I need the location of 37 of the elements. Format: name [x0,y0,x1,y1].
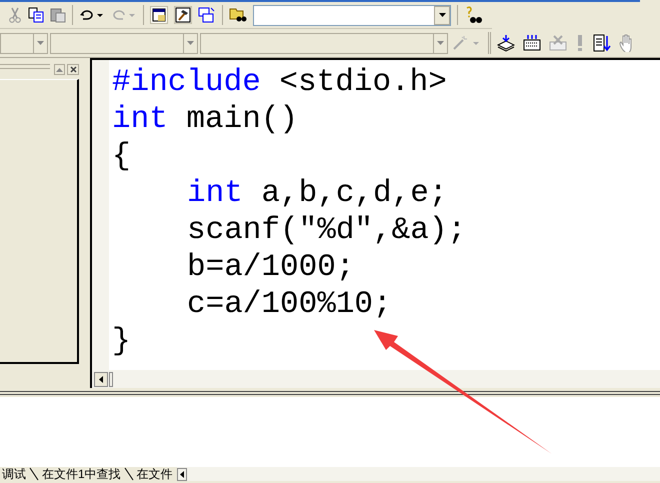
go-icon[interactable] [593,34,611,52]
dropdown-arrow-icon [37,41,44,45]
horizontal-scrollbar[interactable] [92,370,660,388]
code-line: int a,b,c,d,e; [187,175,448,212]
code-line: scanf("%d",&a); [187,212,468,249]
dropdown-arrow-icon [437,41,444,45]
workspace-icon[interactable] [150,6,168,24]
find-combo-box[interactable] [253,4,451,26]
left-arrow-icon [180,470,184,478]
up-arrow-icon [56,68,63,72]
dropdown-arrow-icon [187,41,194,45]
splitter-bar[interactable] [0,391,660,395]
hammer-icon[interactable] [174,6,192,24]
tab-separator-icon [122,467,135,481]
code-line: #include <stdio.h> [112,64,448,101]
paste-icon[interactable] [50,7,66,23]
code-editor[interactable]: #include <stdio.h> int main() { int a,b,c,d,e; scanf("%d",&a); b=a/1000; c=a/100%10; } [109,60,660,370]
tab-separator-icon [28,467,40,481]
dropdown-arrow-icon [438,13,446,17]
output-tab[interactable]: 调试 [0,467,28,481]
compile-icon[interactable] [497,34,515,52]
close-button[interactable] [67,64,79,75]
code-line: { [112,138,132,175]
tab-scroll-button[interactable] [176,468,187,480]
code-line: b=a/1000; [187,249,356,286]
code-line: } [112,323,132,360]
close-icon [70,66,76,73]
left-arrow-icon [99,376,103,382]
output-tab[interactable]: 在文件1中查找 [40,467,123,481]
output-tab[interactable]: 在文件 [134,467,175,481]
windows-icon[interactable] [198,6,216,24]
find-in-files-icon[interactable] [229,6,247,24]
code-line: int main() [112,101,300,138]
find-icon[interactable] [464,6,482,24]
code-line: c=a/100%10; [187,286,393,323]
copy-icon[interactable] [28,7,44,23]
build-icon[interactable] [523,34,541,52]
